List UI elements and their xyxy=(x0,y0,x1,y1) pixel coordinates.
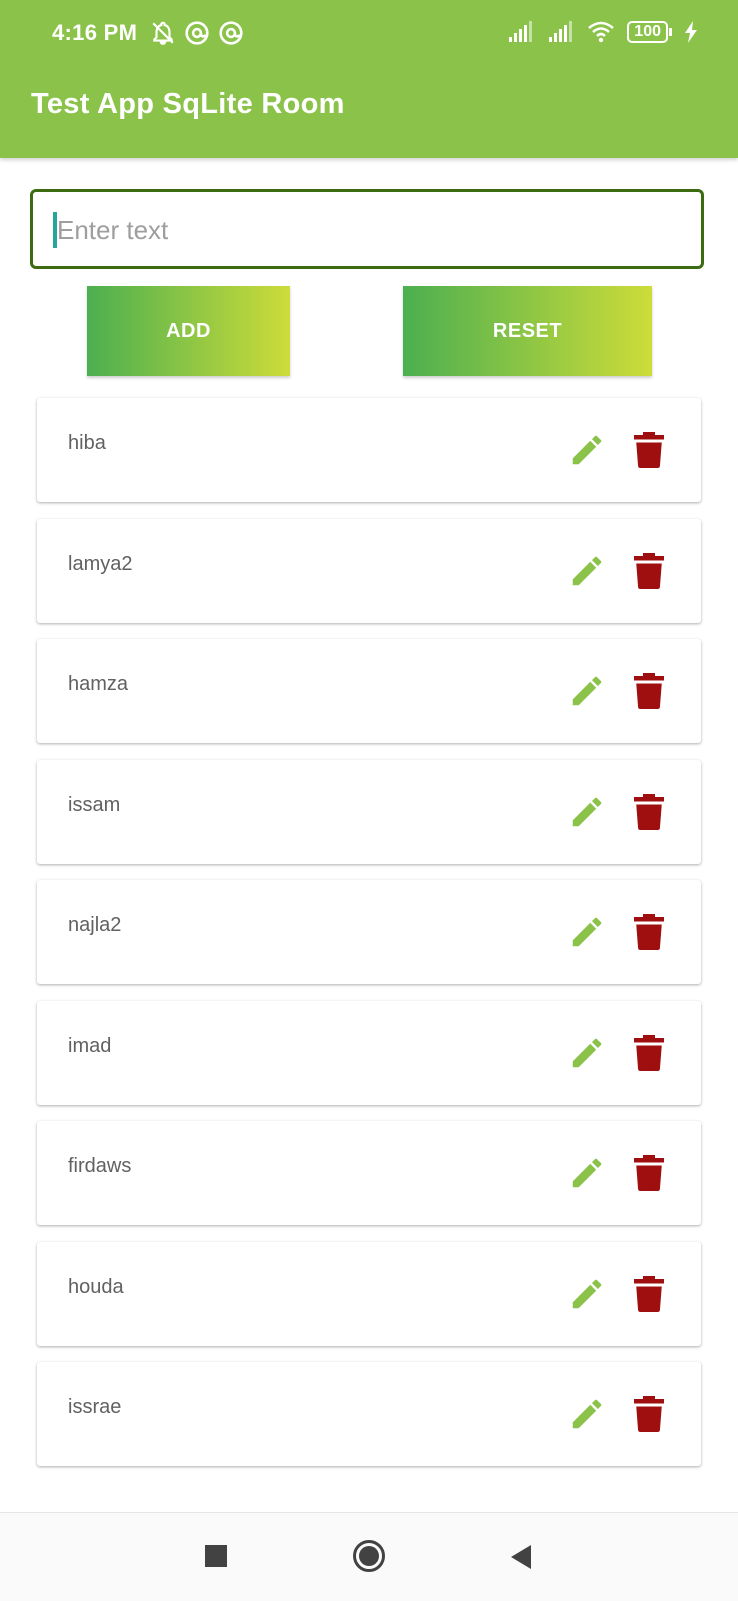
back-icon[interactable] xyxy=(507,1543,535,1571)
delete-trash-icon[interactable] xyxy=(634,793,664,831)
status-right-icons: 100 xyxy=(507,20,698,44)
charging-icon xyxy=(685,21,697,43)
home-icon[interactable] xyxy=(352,1539,386,1573)
page-title: Test App SqLite Room xyxy=(31,88,345,120)
list-item[interactable]: issam xyxy=(37,759,701,864)
delete-trash-icon[interactable] xyxy=(634,1395,664,1433)
list-item[interactable]: houda xyxy=(37,1241,701,1346)
edit-pencil-icon[interactable] xyxy=(568,913,606,951)
item-name: firdaws xyxy=(68,1155,132,1177)
reset-button[interactable]: RESET xyxy=(403,286,652,376)
at-sign-icon xyxy=(185,21,209,45)
item-name: lamya2 xyxy=(68,552,133,575)
item-name: issrae xyxy=(68,1396,122,1418)
list-item[interactable]: hamza xyxy=(37,639,701,743)
recent-apps-icon[interactable] xyxy=(205,1545,227,1567)
list-item[interactable]: imad xyxy=(37,1000,701,1105)
delete-trash-icon[interactable] xyxy=(634,913,664,951)
item-name: hiba xyxy=(68,432,106,454)
delete-trash-icon[interactable] xyxy=(634,431,664,469)
item-name: issam xyxy=(68,793,121,816)
text-input[interactable] xyxy=(55,206,679,254)
status-left-icons xyxy=(150,20,244,46)
delete-trash-icon[interactable] xyxy=(634,1154,664,1192)
add-button[interactable]: ADD xyxy=(87,286,290,376)
status-time: 4:16 PM xyxy=(52,20,138,45)
delete-trash-icon[interactable] xyxy=(634,1275,664,1313)
list-item[interactable]: najla2 xyxy=(37,880,701,984)
battery-icon: 100 xyxy=(627,21,672,43)
list-item[interactable]: firdaws xyxy=(37,1121,701,1225)
list-item[interactable]: issrae xyxy=(37,1362,701,1466)
item-name: imad xyxy=(68,1034,112,1057)
edit-pencil-icon[interactable] xyxy=(568,793,606,831)
item-name: najla2 xyxy=(68,914,122,936)
wifi-icon xyxy=(588,21,615,43)
delete-trash-icon[interactable] xyxy=(634,672,664,710)
signal-icon xyxy=(509,21,533,42)
edit-pencil-icon[interactable] xyxy=(568,1034,606,1072)
edit-pencil-icon[interactable] xyxy=(568,1154,606,1192)
list-item[interactable]: lamya2 xyxy=(37,518,701,623)
delete-trash-icon[interactable] xyxy=(634,1034,664,1072)
edit-pencil-icon[interactable] xyxy=(568,552,606,590)
app-bar: 4:16 PM 100 Test App SqLite Room xyxy=(0,0,738,158)
list-item[interactable]: hiba xyxy=(37,398,701,502)
signal-icon xyxy=(549,21,573,42)
item-name: hamza xyxy=(68,673,129,695)
notifications-off-icon xyxy=(152,21,174,45)
item-name: houda xyxy=(68,1275,124,1298)
edit-pencil-icon[interactable] xyxy=(568,431,606,469)
text-input-container[interactable] xyxy=(30,189,704,269)
edit-pencil-icon[interactable] xyxy=(568,672,606,710)
at-sign-icon xyxy=(219,21,243,45)
battery-level: 100 xyxy=(627,21,668,43)
status-bar: 4:16 PM 100 xyxy=(0,0,738,66)
system-nav-bar xyxy=(0,1512,738,1601)
edit-pencil-icon[interactable] xyxy=(568,1275,606,1313)
edit-pencil-icon[interactable] xyxy=(568,1395,606,1433)
delete-trash-icon[interactable] xyxy=(634,552,664,590)
